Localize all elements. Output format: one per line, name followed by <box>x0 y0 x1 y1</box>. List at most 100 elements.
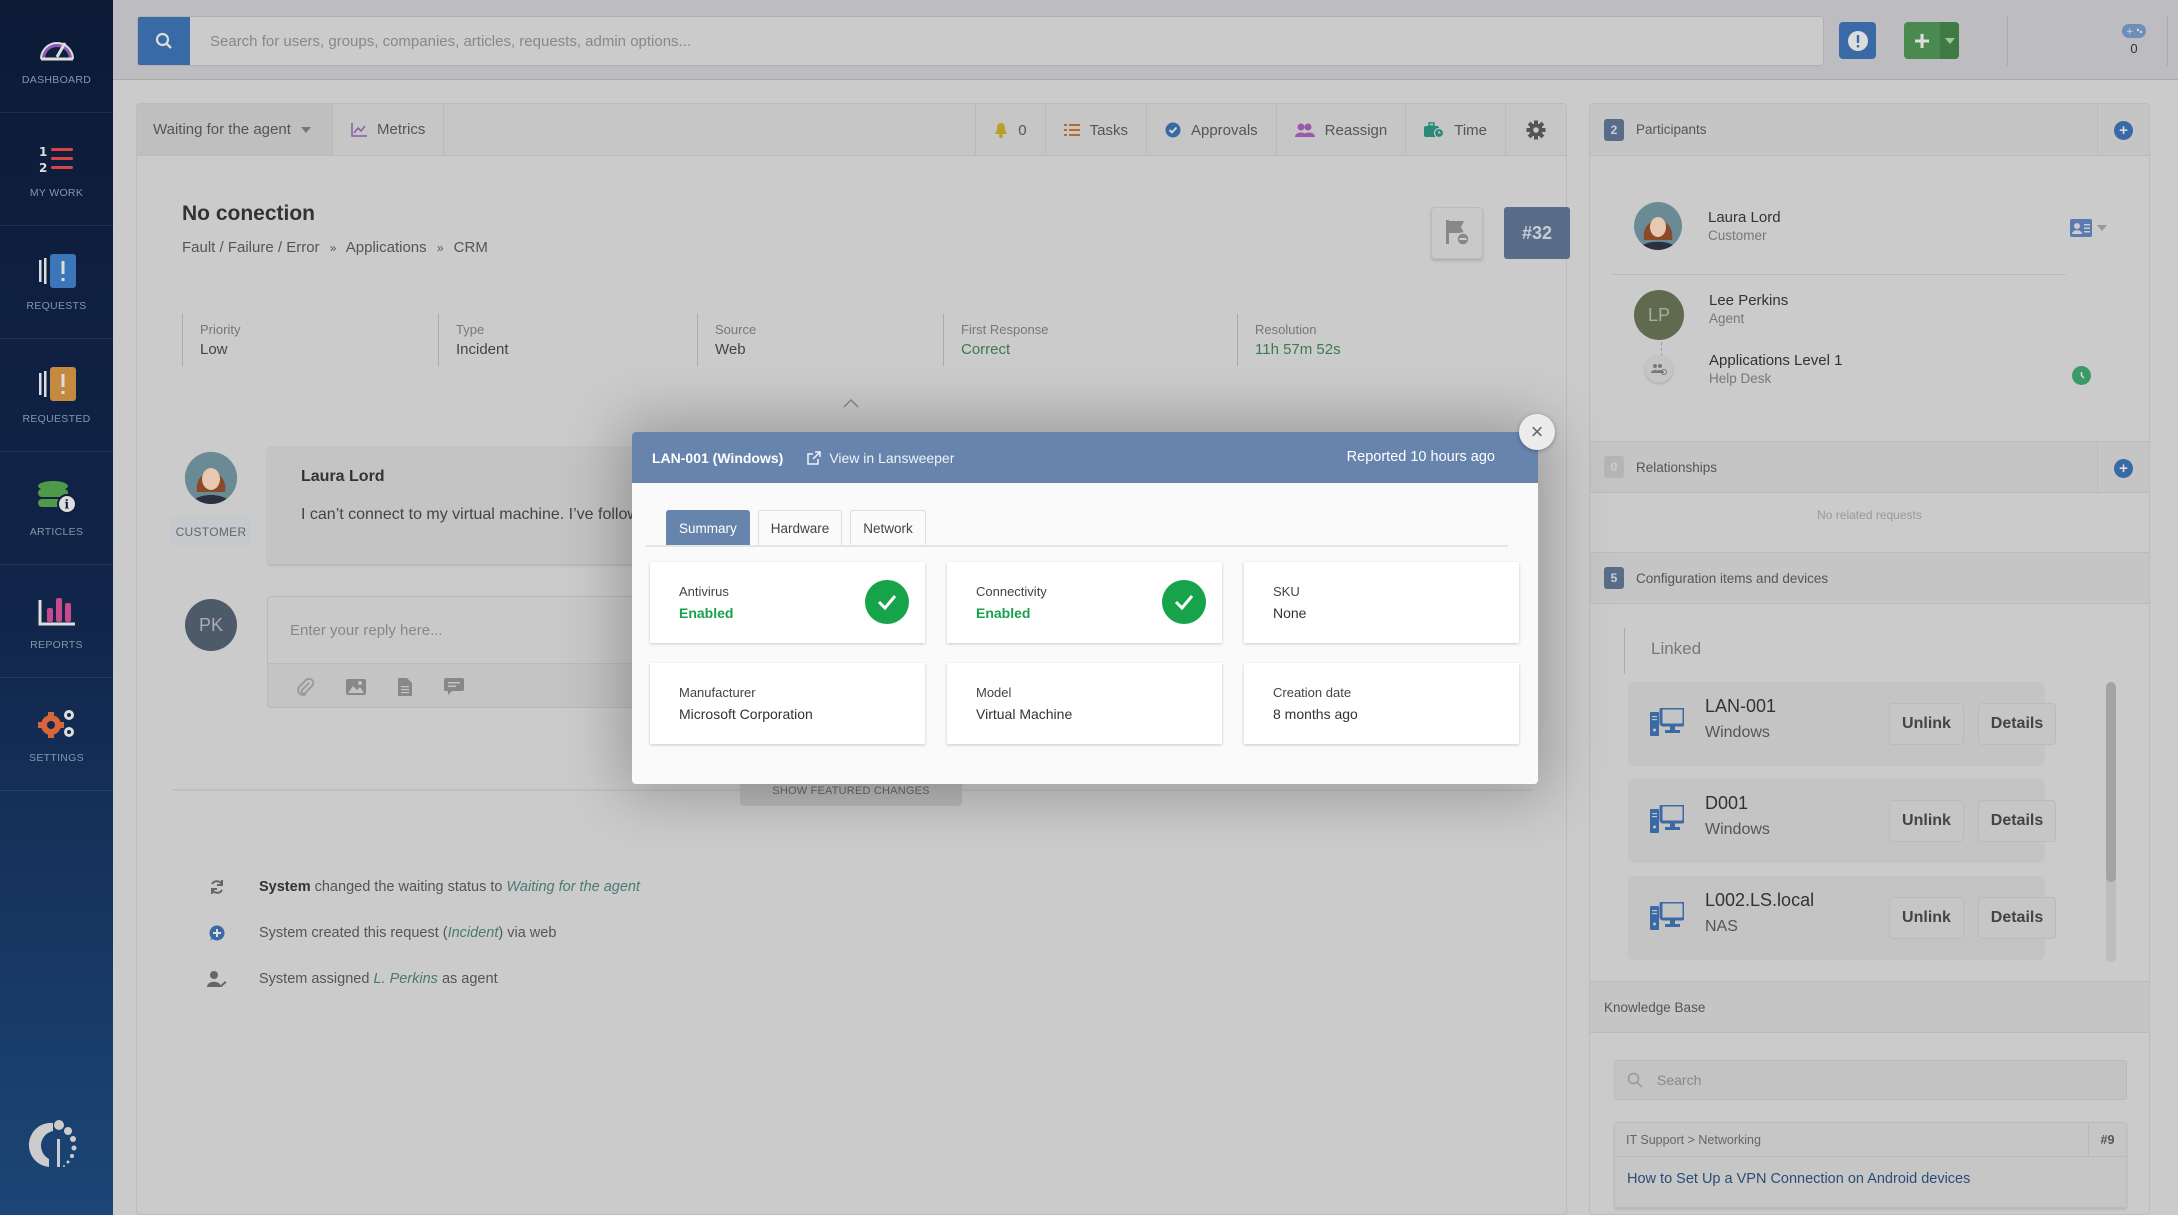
sidebar-item-reports[interactable]: REPORTS <box>0 565 113 678</box>
sidebar-item-requested[interactable]: REQUESTED <box>0 339 113 452</box>
unlink-button[interactable]: Unlink <box>1889 800 1964 842</box>
breadcrumb-item[interactable]: Applications <box>346 239 427 256</box>
contact-card-button[interactable] <box>2070 219 2107 237</box>
check-circle-icon <box>865 580 909 624</box>
add-new-button[interactable]: + <box>1904 22 1959 59</box>
ci-name[interactable]: D001 <box>1705 793 1748 814</box>
breadcrumb-item[interactable]: CRM <box>454 239 488 256</box>
add-participant-button[interactable]: + <box>2097 104 2149 156</box>
metrics-label: Metrics <box>377 121 426 138</box>
breadcrumb-item[interactable]: Fault / Failure / Error <box>182 239 320 256</box>
sidebar-item-requests[interactable]: REQUESTS <box>0 226 113 339</box>
invgate-logo[interactable] <box>27 1117 85 1175</box>
tab-summary[interactable]: Summary <box>666 510 750 545</box>
activity-item: System changed the waiting status to Wai… <box>197 864 640 910</box>
alerts-button[interactable]: 0 <box>975 104 1044 156</box>
sidebar-item-dashboard[interactable]: DASHBOARD <box>0 0 113 113</box>
group-icon <box>1645 355 1673 383</box>
add-dropdown-toggle[interactable] <box>1940 22 1959 59</box>
time-button[interactable]: Time <box>1405 104 1505 156</box>
activity-link[interactable]: L. Perkins <box>373 971 437 987</box>
property-value: Low <box>200 341 228 358</box>
ci-item: D001 Windows Unlink Details <box>1628 779 2056 863</box>
details-button[interactable]: Details <box>1978 800 2056 842</box>
kb-article-card[interactable]: IT Support > Networking #9 How to Set Up… <box>1614 1122 2127 1208</box>
search-button[interactable] <box>138 17 190 65</box>
tab-network[interactable]: Network <box>850 510 926 545</box>
ci-name[interactable]: L002.LS.local <box>1705 890 1814 911</box>
chat-plus-icon <box>197 925 237 942</box>
activity-link[interactable]: Incident <box>448 925 499 941</box>
approvals-button[interactable]: Approvals <box>1145 104 1276 156</box>
activity-link[interactable]: Waiting for the agent <box>506 879 640 895</box>
kb-article-title[interactable]: How to Set Up a VPN Connection on Androi… <box>1627 1171 1970 1187</box>
computer-icon <box>1650 900 1686 935</box>
ci-name[interactable]: LAN-001 <box>1705 696 1776 717</box>
summary-card-model: Model Virtual Machine <box>947 663 1222 744</box>
unlink-button[interactable]: Unlink <box>1889 703 1964 745</box>
participants-header: 2 Participants + <box>1590 104 2149 156</box>
global-search <box>137 16 1824 66</box>
close-icon: × <box>1530 419 1544 444</box>
approvals-label: Approvals <box>1190 121 1258 139</box>
activity-log: System changed the waiting status to Wai… <box>197 864 640 1002</box>
bar-chart-icon <box>35 591 79 631</box>
summary-grid: Antivirus Enabled Connectivity Enabled S… <box>650 562 1519 744</box>
top-bar: + + 0 PK 1 <box>113 0 2178 80</box>
gamification-button[interactable]: + 0 <box>2111 24 2157 56</box>
relationships-header: 0 Relationships + <box>1590 441 2149 494</box>
svg-text:+: + <box>2126 27 2134 37</box>
property-priority: Priority Low <box>182 314 438 366</box>
participant-name: Laura Lord <box>1708 209 1781 226</box>
kb-search-input[interactable] <box>1657 1072 1838 1088</box>
status-label: Waiting for the agent <box>153 121 291 138</box>
collapse-chevron-up-icon[interactable] <box>843 392 859 413</box>
right-panel: 2 Participants + Laura Lord Customer LP … <box>1589 103 2178 1215</box>
status-dropdown[interactable]: Waiting for the agent <box>137 104 333 155</box>
view-in-lansweeper-link[interactable]: View in Lansweeper <box>807 450 954 466</box>
activity-actor: System <box>259 879 311 895</box>
scrollbar-thumb[interactable] <box>2106 682 2116 882</box>
plus-icon: + <box>1913 24 1931 56</box>
ci-os: Windows <box>1705 821 1770 838</box>
participant-avatar <box>1634 202 1682 250</box>
sidebar-label: REQUESTED <box>22 413 91 425</box>
card-value: Enabled <box>976 605 1031 621</box>
ci-os: Windows <box>1705 724 1770 741</box>
ci-scrollbar[interactable] <box>2106 682 2116 962</box>
search-input[interactable] <box>190 17 1823 65</box>
property-value: Web <box>715 341 746 358</box>
kb-article-category: IT Support > Networking <box>1615 1123 2126 1157</box>
tasks-button[interactable]: Tasks <box>1044 104 1146 156</box>
activity-text: System created this request ( <box>259 925 448 941</box>
details-button[interactable]: Details <box>1978 703 2056 745</box>
participant-lee-perkins[interactable]: LP Lee Perkins Agent <box>1634 290 1788 340</box>
tab-hardware[interactable]: Hardware <box>757 510 843 545</box>
sidebar-item-my-work[interactable]: 12 MY WORK <box>0 113 113 226</box>
metrics-button[interactable]: Metrics <box>333 104 445 155</box>
participant-group[interactable]: Applications Level 1 Help Desk <box>1634 352 1842 386</box>
activity-text: changed the waiting status to <box>310 879 507 895</box>
document-icon[interactable] <box>398 677 412 696</box>
reassign-button[interactable]: Reassign <box>1275 104 1406 156</box>
unlink-button[interactable]: Unlink <box>1889 897 1964 939</box>
property-value: Incident <box>456 341 509 358</box>
paperclip-icon[interactable] <box>296 677 314 696</box>
comment-icon[interactable] <box>444 677 464 696</box>
computer-icon <box>1650 803 1686 838</box>
flag-button[interactable] <box>1431 207 1483 259</box>
alert-button[interactable] <box>1839 22 1876 59</box>
sidebar-item-settings[interactable]: SETTINGS <box>0 678 113 791</box>
numbered-list-icon: 12 <box>35 139 79 179</box>
add-relationship-button[interactable]: + <box>2097 442 2149 494</box>
details-button[interactable]: Details <box>1978 897 2056 939</box>
participant-laura-lord[interactable]: Laura Lord Customer <box>1634 202 1781 250</box>
modal-close-button[interactable]: × <box>1519 414 1555 450</box>
tasks-label: Tasks <box>1089 121 1128 139</box>
ci-item: L002.LS.local NAS Unlink Details <box>1628 876 2056 960</box>
sidebar-item-articles[interactable]: i ARTICLES <box>0 452 113 565</box>
ticket-settings-button[interactable] <box>1505 104 1566 156</box>
image-icon[interactable] <box>346 678 366 695</box>
caret-down-icon <box>1944 37 1955 44</box>
ticket-toolbar: Waiting for the agent Metrics 0 Tasks Ap… <box>137 104 1566 156</box>
